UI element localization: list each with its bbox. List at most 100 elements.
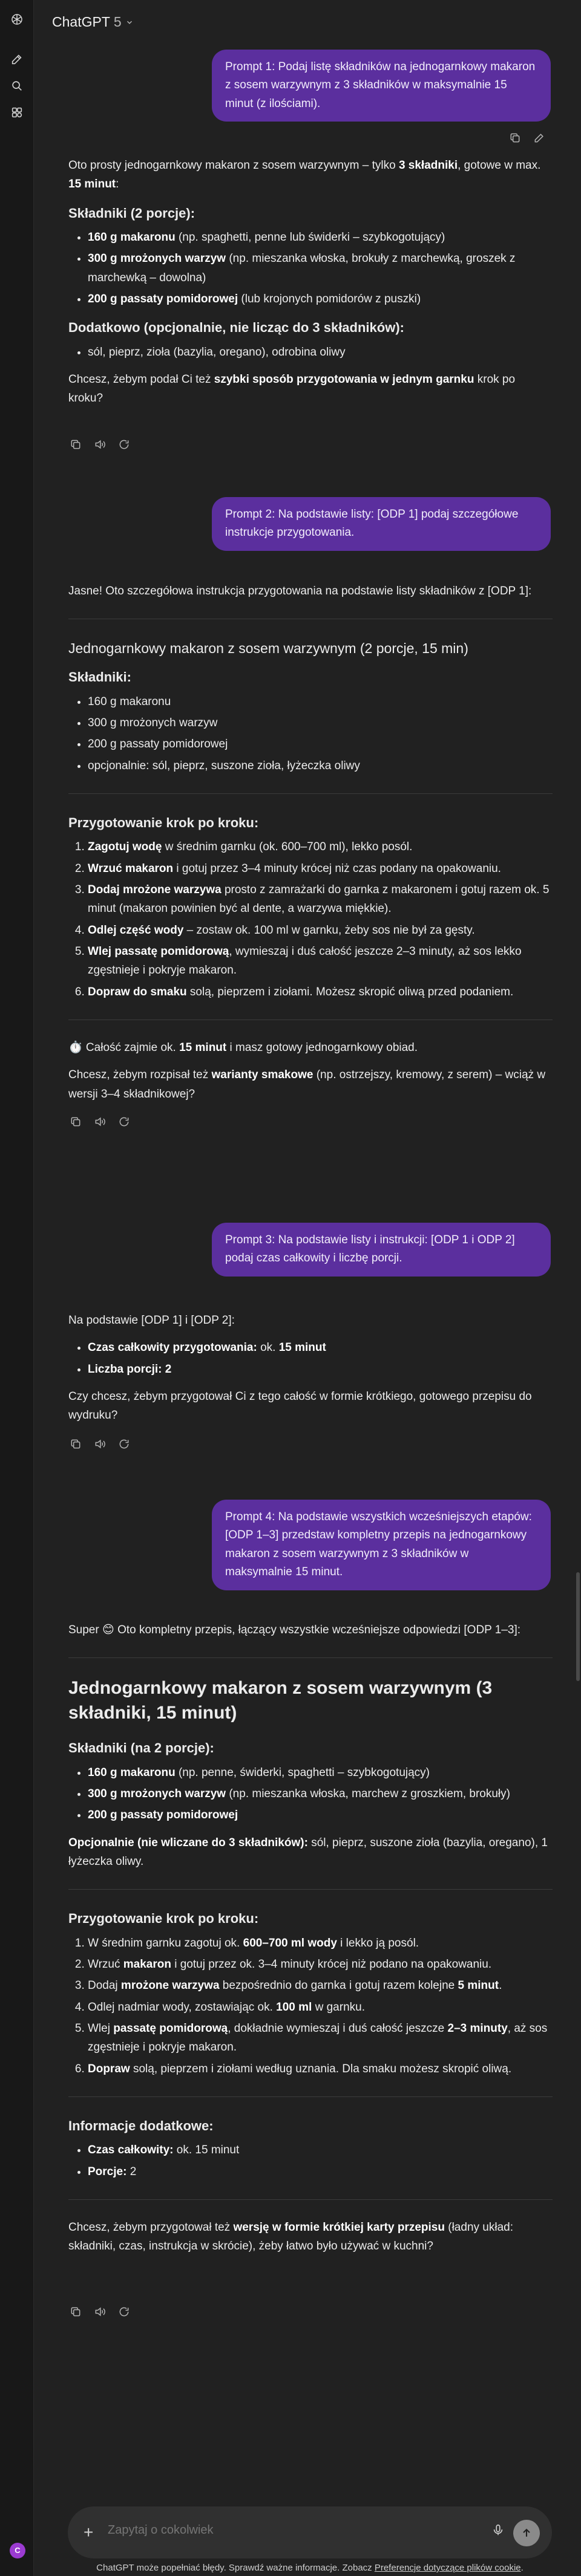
list-item: 300 g mrożonych warzyw (np. mieszanka wł… xyxy=(88,1784,553,1803)
disclaimer: ChatGPT może popełniać błędy. Sprawdź wa… xyxy=(96,2563,524,2573)
answer-intro: Super 😊 Oto kompletny przepis, łączący w… xyxy=(68,1624,521,1636)
answer-intro: Na podstawie [ODP 1] i [ODP 2]: xyxy=(68,1314,235,1327)
chevron-down-icon xyxy=(125,11,134,34)
step-item: Dopraw solą, pieprzem i ziołami według u… xyxy=(88,2060,553,2078)
section-heading: Informacje dodatkowe: xyxy=(68,2118,214,2134)
regenerate-icon[interactable] xyxy=(116,2304,132,2320)
divider xyxy=(68,1889,553,1890)
model-version: 5 xyxy=(113,14,122,30)
avatar[interactable]: C xyxy=(10,2543,25,2558)
section-heading: Składniki (2 porcje): xyxy=(68,205,195,221)
step-item: Wrzuć makaron i gotuj przez 3–4 minuty k… xyxy=(88,859,553,878)
answer-intro: Oto prosty jednogarnkowy makaron z sosem… xyxy=(68,159,541,191)
regenerate-icon[interactable] xyxy=(116,1114,132,1130)
list-item: Czas całkowity: ok. 15 minut xyxy=(88,2141,553,2159)
step-item: Wlej passatę pomidorową, wymieszaj i duś… xyxy=(88,942,553,980)
recipe-title: Jednogarnkowy makaron z sosem warzywnym … xyxy=(68,1678,493,1723)
copy-icon[interactable] xyxy=(507,130,523,146)
summary-list: Czas całkowity przygotowania: ok. 15 min… xyxy=(68,1338,553,1379)
follow-up-question: Chcesz, żebym rozpisał też warianty smak… xyxy=(68,1068,546,1101)
user-message: Prompt 1: Podaj listę składników na jedn… xyxy=(212,50,551,122)
assistant-message: Super 😊 Oto kompletny przepis, łączący w… xyxy=(68,1621,553,2265)
list-item: Porcje: 2 xyxy=(88,2162,553,2181)
read-aloud-icon[interactable] xyxy=(92,1436,108,1452)
step-item: Dodaj mrożone warzywa prosto z zamrażark… xyxy=(88,880,553,919)
regenerate-icon[interactable] xyxy=(116,1436,132,1452)
user-message-actions xyxy=(507,130,547,146)
assistant-message: Jasne! Oto szczegółowa instrukcja przygo… xyxy=(68,582,553,1112)
assistant-message: Oto prosty jednogarnkowy makaron z sosem… xyxy=(68,156,553,417)
model-name: ChatGPT xyxy=(52,14,110,30)
step-item: Odlej część wody – zostaw ok. 100 ml w g… xyxy=(88,921,553,940)
follow-up-question: Chcesz, żebym przygotował też wersję w f… xyxy=(68,2221,513,2253)
sidebar: C xyxy=(0,0,34,2576)
step-item: Wrzuć makaron i gotuj przez ok. 3–4 minu… xyxy=(88,1955,553,1974)
user-message: Prompt 2: Na podstawie listy: [ODP 1] po… xyxy=(212,497,551,551)
edit-icon[interactable] xyxy=(531,130,547,146)
list-item: 200 g passaty pomidorowej (lub krojonych… xyxy=(88,290,553,308)
assistant-message: Na podstawie [ODP 1] i [ODP 2]: Czas cał… xyxy=(68,1311,553,1434)
recipe-title: Jednogarnkowy makaron z sosem warzywnym … xyxy=(68,640,468,657)
user-message: Prompt 4: Na podstawie wszystkich wcześn… xyxy=(212,1500,551,1590)
step-item: Wlej passatę pomidorową, dokładnie wymie… xyxy=(88,2019,553,2057)
prompt-input[interactable] xyxy=(108,2523,447,2537)
list-item: Czas całkowity przygotowania: ok. 15 min… xyxy=(88,1338,553,1357)
cookie-preferences-link[interactable]: Preferencje dotyczące plików cookie xyxy=(375,2563,521,2573)
microphone-icon[interactable] xyxy=(491,2523,505,2543)
follow-up-question: Czy chcesz, żebym przygotował Ci z tego … xyxy=(68,1390,532,1422)
optional-note: Opcjonalnie (nie wliczane do 3 składnikó… xyxy=(68,1836,548,1869)
time-note: ⏱️ Całość zajmie ok. 15 minut i masz got… xyxy=(68,1041,418,1054)
list-item: 160 g makaronu xyxy=(88,692,553,711)
divider xyxy=(68,2096,553,2098)
list-item: 160 g makaronu (np. penne, świderki, spa… xyxy=(88,1763,553,1782)
divider xyxy=(68,1657,553,1659)
follow-up-question: Chcesz, żebym podał Ci też szybki sposób… xyxy=(68,373,516,405)
section-heading: Dodatkowo (opcjonalnie, nie licząc do 3 … xyxy=(68,320,404,336)
openai-logo-icon[interactable] xyxy=(8,11,25,28)
copy-icon[interactable] xyxy=(68,2304,84,2320)
regenerate-icon[interactable] xyxy=(116,437,132,452)
scrollbar[interactable] xyxy=(576,1572,580,1681)
user-message: Prompt 3: Na podstawie listy i instrukcj… xyxy=(212,1223,551,1277)
divider xyxy=(68,2199,553,2200)
send-button[interactable] xyxy=(513,2520,540,2546)
section-heading: Składniki: xyxy=(68,669,131,685)
section-heading: Przygotowanie krok po kroku: xyxy=(68,815,259,830)
plus-icon[interactable]: + xyxy=(84,2522,93,2543)
list-item: 160 g makaronu (np. spaghetti, penne lub… xyxy=(88,228,553,247)
step-item: Zagotuj wodę w średnim garnku (ok. 600–7… xyxy=(88,838,553,856)
section-heading: Składniki (na 2 porcje): xyxy=(68,1740,214,1756)
library-icon[interactable] xyxy=(8,104,25,121)
list-item: 200 g passaty pomidorowej xyxy=(88,735,553,753)
step-item: Dopraw do smaku solą, pieprzem i ziołami… xyxy=(88,983,553,1001)
steps-list: Zagotuj wodę w średnim garnku (ok. 600–7… xyxy=(68,838,553,1001)
read-aloud-icon[interactable] xyxy=(92,2304,108,2320)
read-aloud-icon[interactable] xyxy=(92,437,108,452)
ingredient-list: 160 g makaronu 300 g mrożonych warzyw 20… xyxy=(68,692,553,775)
new-chat-icon[interactable] xyxy=(8,51,25,68)
assistant-actions xyxy=(68,2304,132,2320)
model-selector[interactable]: ChatGPT 5 xyxy=(52,11,134,34)
ingredient-list: 160 g makaronu (np. penne, świderki, spa… xyxy=(68,1763,553,1825)
assistant-actions xyxy=(68,437,132,452)
copy-icon[interactable] xyxy=(68,1436,84,1452)
ingredient-list: 160 g makaronu (np. spaghetti, penne lub… xyxy=(68,228,553,308)
extra-list: sól, pieprz, zioła (bazylia, oregano), o… xyxy=(68,343,553,362)
list-item: opcjonalnie: sól, pieprz, suszone zioła,… xyxy=(88,756,553,775)
list-item: 200 g passaty pomidorowej xyxy=(88,1806,553,1824)
info-list: Czas całkowity: ok. 15 minut Porcje: 2 xyxy=(68,2141,553,2181)
section-heading: Przygotowanie krok po kroku: xyxy=(68,1911,259,1927)
search-icon[interactable] xyxy=(8,77,25,94)
copy-icon[interactable] xyxy=(68,1114,84,1130)
composer: + xyxy=(68,2506,552,2558)
answer-intro: Jasne! Oto szczegółowa instrukcja przygo… xyxy=(68,585,532,597)
step-item: W średnim garnku zagotuj ok. 600–700 ml … xyxy=(88,1934,553,1953)
copy-icon[interactable] xyxy=(68,437,84,452)
top-bar: ChatGPT 5 xyxy=(34,0,581,42)
divider xyxy=(68,793,553,794)
step-item: Dodaj mrożone warzywa bezpośrednio do ga… xyxy=(88,1976,553,1995)
arrow-up-icon xyxy=(523,2528,530,2537)
read-aloud-icon[interactable] xyxy=(92,1114,108,1130)
step-item: Odlej nadmiar wody, zostawiając ok. 100 … xyxy=(88,1998,553,2017)
list-item: 300 g mrożonych warzyw xyxy=(88,714,553,732)
